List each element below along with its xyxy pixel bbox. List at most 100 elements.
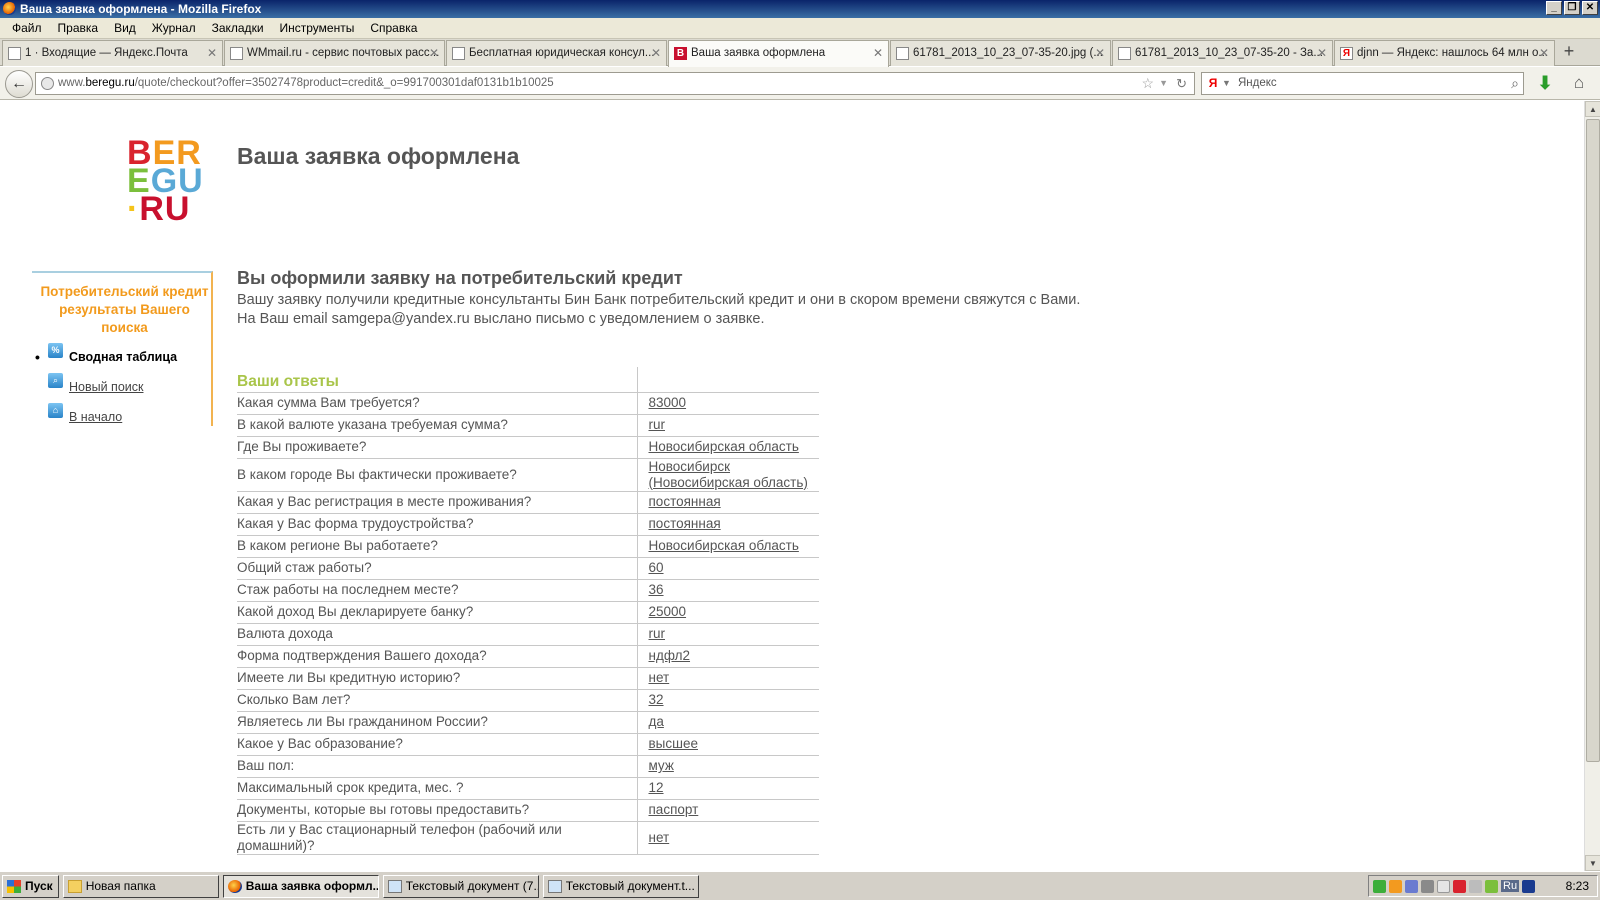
- tab-close-icon[interactable]: ✕: [1317, 41, 1327, 65]
- question-cell: Какая у Вас регистрация в месте проживан…: [237, 491, 637, 514]
- taskbar-item-folder[interactable]: Новая папка: [62, 874, 219, 898]
- sidebar-item-label: Сводная таблица: [69, 350, 178, 364]
- yandex-icon: Я: [1340, 47, 1353, 60]
- search-icon[interactable]: ⌕: [1511, 73, 1519, 94]
- navigation-bar: ← www.beregu.ru/quote/checkout?offer=350…: [0, 67, 1600, 100]
- answers-header-empty: [636, 367, 819, 393]
- tab-application-done[interactable]: B Ваша заявка оформлена ✕: [668, 40, 889, 67]
- notepad-icon: [387, 879, 402, 893]
- answer-link[interactable]: нет: [649, 670, 670, 685]
- tab-bar: 1 · Входящие — Яндекс.Почта ✕ WMmail.ru …: [0, 39, 1600, 67]
- scroll-thumb[interactable]: [1586, 119, 1600, 762]
- tab-close-icon[interactable]: ✕: [429, 41, 439, 65]
- language-indicator[interactable]: Ru: [1501, 880, 1520, 892]
- grid-icon[interactable]: [1437, 879, 1450, 893]
- menu-help[interactable]: Справка: [362, 18, 425, 38]
- tab-close-icon[interactable]: ✕: [1095, 41, 1105, 65]
- taskbar-item-label: Ваша заявка оформл...: [245, 878, 379, 893]
- tab-wmmail[interactable]: WMmail.ru - сервис почтовых расс... ✕: [224, 40, 445, 66]
- table-row: Являетесь ли Вы гражданином России? да: [237, 711, 819, 734]
- table-row: В каком регионе Вы работаете? Новосибирск…: [237, 535, 819, 558]
- answer-link[interactable]: да: [649, 714, 664, 729]
- url-bar[interactable]: www.beregu.ru/quote/checkout?offer=35027…: [35, 72, 1195, 95]
- nvidia-icon[interactable]: [1485, 879, 1498, 893]
- antivirus-icon[interactable]: [1373, 879, 1386, 893]
- home-icon[interactable]: ⌂: [1568, 73, 1590, 93]
- back-button[interactable]: ←: [5, 70, 33, 98]
- tab-close-icon[interactable]: ✕: [207, 41, 217, 65]
- table-row: В какой валюте указана требуемая сумма? r…: [237, 414, 819, 437]
- bookmark-star-icon[interactable]: ☆: [1141, 73, 1154, 94]
- answer-link[interactable]: постоянная: [649, 516, 721, 531]
- media-icon[interactable]: [1522, 879, 1536, 893]
- tab-close-icon[interactable]: ✕: [651, 41, 661, 65]
- taskbar-item-notepad-2[interactable]: Текстовый документ.t...: [542, 874, 699, 898]
- menu-file[interactable]: Файл: [4, 18, 50, 38]
- start-label: Пуск: [25, 878, 53, 893]
- table-row: Где Вы проживаете? Новосибирская область: [237, 436, 819, 459]
- percent-icon: %: [48, 343, 63, 358]
- answer-link[interactable]: Новосибирская область: [649, 439, 799, 454]
- tab-yandex-mail[interactable]: 1 · Входящие — Яндекс.Почта ✕: [2, 40, 223, 66]
- answer-link[interactable]: постоянная: [649, 494, 721, 509]
- tab-legal-consult[interactable]: Бесплатная юридическая консул... ✕: [446, 40, 667, 66]
- maximize-button[interactable]: ❐: [1564, 1, 1580, 15]
- download-icon[interactable]: ⬇: [1535, 73, 1555, 93]
- search-input[interactable]: Я ▼ Яндекс ⌕: [1201, 72, 1524, 95]
- answer-link[interactable]: rur: [649, 626, 666, 641]
- answer-link[interactable]: нет: [649, 830, 670, 845]
- answer-link[interactable]: 32: [649, 692, 664, 707]
- menu-bookmarks[interactable]: Закладки: [204, 18, 272, 38]
- sidebar-item-label[interactable]: Новый поиск: [69, 380, 143, 394]
- menu-tools[interactable]: Инструменты: [272, 18, 363, 38]
- new-tab-button[interactable]: +: [1556, 39, 1582, 65]
- answer-link[interactable]: Новосибирск (Новосибирская область): [649, 459, 808, 490]
- answer-link[interactable]: rur: [649, 417, 666, 432]
- reload-icon[interactable]: ↻: [1176, 73, 1187, 94]
- close-button[interactable]: ✕: [1582, 1, 1598, 15]
- answer-link[interactable]: 83000: [649, 395, 687, 410]
- answer-link[interactable]: высшее: [649, 736, 698, 751]
- beregu-logo[interactable]: BER EGU ·RU: [127, 136, 204, 226]
- start-button[interactable]: Пуск: [2, 874, 59, 898]
- menu-edit[interactable]: Правка: [50, 18, 107, 38]
- answer-link[interactable]: ндфл2: [649, 648, 691, 663]
- tab-image-upload[interactable]: 61781_2013_10_23_07-35-20 - За... ✕: [1112, 40, 1333, 66]
- vertical-scrollbar[interactable]: ▲ ▼: [1584, 101, 1600, 871]
- url-dropdown-icon[interactable]: ▼: [1159, 73, 1168, 94]
- answer-link[interactable]: 25000: [649, 604, 687, 619]
- network-icon[interactable]: [1405, 879, 1418, 893]
- minimize-button[interactable]: _: [1546, 1, 1562, 15]
- table-row: Имеете ли Вы кредитную историю? нет: [237, 667, 819, 690]
- app-icon[interactable]: [1469, 879, 1482, 893]
- firefox-icon: [3, 2, 16, 15]
- answer-link[interactable]: муж: [649, 758, 674, 773]
- tab-close-icon[interactable]: ✕: [873, 41, 883, 65]
- answer-link[interactable]: 60: [649, 560, 664, 575]
- tab-image-jpg[interactable]: 61781_2013_10_23_07-35-20.jpg (... ✕: [890, 40, 1111, 66]
- tab-yandex-search[interactable]: Я djnn — Яндекс: нашлось 64 млн о... ✕: [1334, 40, 1555, 66]
- menu-history[interactable]: Журнал: [144, 18, 204, 38]
- volume-icon[interactable]: [1421, 879, 1434, 893]
- url-host: beregu.ru: [85, 77, 135, 89]
- search-engine-dropdown-icon[interactable]: ▼: [1222, 73, 1231, 94]
- table-row: Какая у Вас регистрация в месте проживан…: [237, 491, 819, 514]
- clock[interactable]: 8:23: [1566, 879, 1589, 893]
- question-cell: Какое у Вас образование?: [237, 733, 637, 756]
- menu-view[interactable]: Вид: [106, 18, 144, 38]
- scroll-down-icon[interactable]: ▼: [1585, 855, 1600, 871]
- answer-link[interactable]: паспорт: [649, 802, 699, 817]
- fire-icon[interactable]: [1389, 879, 1402, 893]
- taskbar-item-notepad-1[interactable]: Текстовый документ (7...: [382, 874, 539, 898]
- answer-link[interactable]: 12: [649, 780, 664, 795]
- search-placeholder: Яндекс: [1238, 77, 1277, 89]
- tab-close-icon[interactable]: ✕: [1539, 41, 1549, 65]
- update-icon[interactable]: [1453, 879, 1466, 893]
- taskbar-item-firefox[interactable]: Ваша заявка оформл...: [222, 874, 379, 898]
- answer-link[interactable]: Новосибирская область: [649, 538, 799, 553]
- tab-label: Ваша заявка оформлена: [691, 47, 826, 59]
- scroll-up-icon[interactable]: ▲: [1585, 101, 1600, 117]
- sidebar-item-label[interactable]: В начало: [69, 410, 122, 424]
- sidebar-item-home[interactable]: ⌂ В начало: [32, 403, 212, 439]
- answer-link[interactable]: 36: [649, 582, 664, 597]
